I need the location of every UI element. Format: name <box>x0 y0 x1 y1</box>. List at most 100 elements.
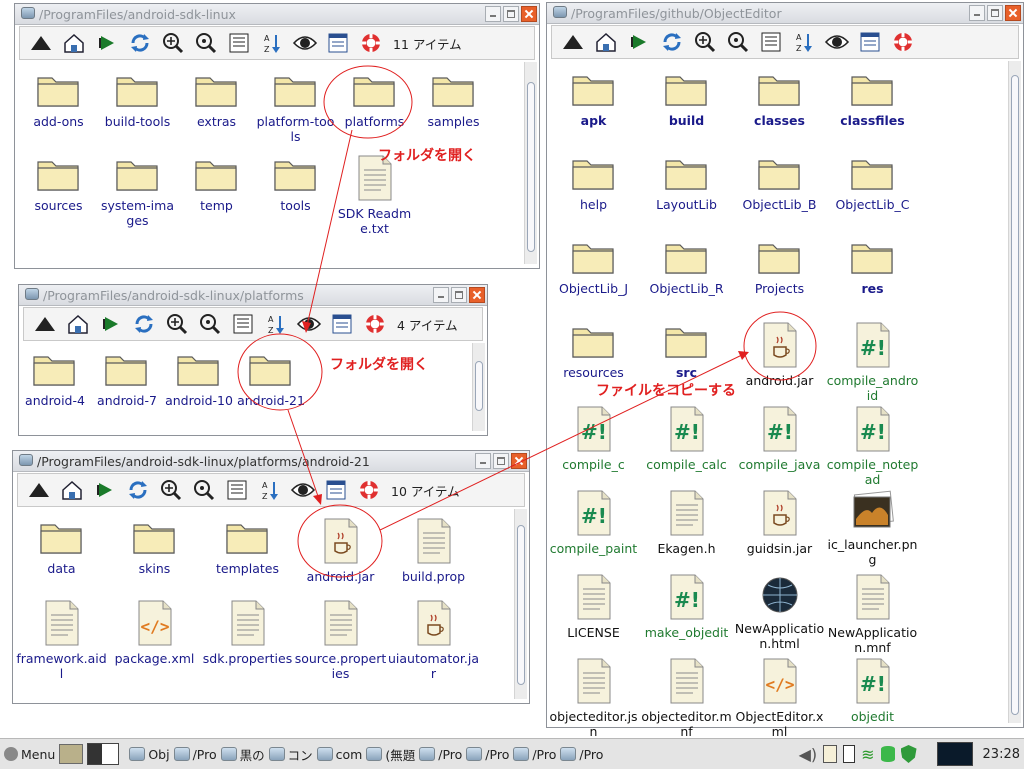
file-item[interactable]: objecteditor.jsn <box>547 657 640 739</box>
folder-item[interactable]: templates <box>201 517 294 576</box>
eye-icon[interactable] <box>294 310 324 338</box>
maximize-button[interactable] <box>493 453 509 469</box>
scrollbar-thumb[interactable] <box>475 361 483 411</box>
eye-icon[interactable] <box>290 29 320 57</box>
title-bar[interactable]: /ProgramFiles/android-sdk-linux/platform… <box>13 451 529 472</box>
minimize-button[interactable] <box>433 287 449 303</box>
file-item[interactable]: objecteditor.mnf <box>640 657 733 739</box>
maximize-button[interactable] <box>987 5 1003 21</box>
list-view-icon[interactable] <box>228 310 258 338</box>
folder-item[interactable]: sources <box>19 154 98 213</box>
folder-item[interactable]: data <box>15 517 108 576</box>
file-item[interactable]: LICENSE <box>547 573 640 640</box>
vertical-scrollbar[interactable] <box>514 509 527 699</box>
help-icon[interactable] <box>360 310 390 338</box>
database-icon[interactable] <box>880 746 895 762</box>
task-button[interactable]: com <box>316 747 362 762</box>
task-button[interactable]: /Pro <box>513 747 556 762</box>
file-item[interactable]: #! compile_paint <box>547 489 640 556</box>
folder-item[interactable]: android-21 <box>235 349 307 408</box>
title-bar[interactable]: /ProgramFiles/android-sdk-linux <box>15 4 539 25</box>
up-icon[interactable] <box>24 476 54 504</box>
folder-item[interactable]: platform-tools <box>256 70 335 144</box>
folder-item[interactable]: ObjectLib_J <box>547 237 640 296</box>
folder-item[interactable]: system-images <box>98 154 177 228</box>
zoom-fit-icon[interactable] <box>195 310 225 338</box>
scrollbar-thumb[interactable] <box>1011 75 1019 715</box>
folder-item[interactable]: build-tools <box>98 70 177 129</box>
sort-icon[interactable]: AZ <box>789 28 819 56</box>
file-manager-window-objecteditor[interactable]: /ProgramFiles/github/ObjectEditor AZ apk… <box>546 2 1024 739</box>
close-button[interactable] <box>469 287 485 303</box>
folder-item[interactable]: add-ons <box>19 70 98 129</box>
zoom-in-icon[interactable] <box>156 476 186 504</box>
home-icon[interactable] <box>59 29 89 57</box>
file-item[interactable]: #! compile_java <box>733 405 826 472</box>
run-icon[interactable] <box>624 28 654 56</box>
folder-item[interactable]: ObjectLib_B <box>733 153 826 212</box>
list-view-icon[interactable] <box>222 476 252 504</box>
title-bar[interactable]: /ProgramFiles/github/ObjectEditor <box>547 3 1023 24</box>
vertical-scrollbar[interactable] <box>1008 61 1021 723</box>
folder-item[interactable]: build <box>640 69 733 128</box>
run-icon[interactable] <box>92 29 122 57</box>
run-icon[interactable] <box>90 476 120 504</box>
help-icon[interactable] <box>888 28 918 56</box>
file-item[interactable]: SDK Readme.txt <box>335 154 414 236</box>
file-item[interactable]: guidsin.jar <box>733 489 826 556</box>
folder-item[interactable]: LayoutLib <box>640 153 733 212</box>
details-view-icon[interactable] <box>327 310 357 338</box>
file-item[interactable]: #! compile_calc <box>640 405 733 472</box>
details-view-icon[interactable] <box>321 476 351 504</box>
sort-icon[interactable]: AZ <box>257 29 287 57</box>
refresh-icon[interactable] <box>657 28 687 56</box>
file-item[interactable]: </> package.xml <box>108 599 201 666</box>
up-icon[interactable] <box>26 29 56 57</box>
folder-item[interactable]: extras <box>177 70 256 129</box>
file-item[interactable]: </> ObjectEditor.xml <box>733 657 826 739</box>
task-button[interactable]: /Pro <box>560 747 603 762</box>
task-button[interactable]: /Pro <box>419 747 462 762</box>
file-item[interactable]: source.properties <box>294 599 387 681</box>
file-item[interactable]: Ekagen.h <box>640 489 733 556</box>
zoom-fit-icon[interactable] <box>189 476 219 504</box>
eye-icon[interactable] <box>288 476 318 504</box>
menu-button[interactable]: Menu <box>4 747 55 762</box>
task-button[interactable]: 黒の <box>220 745 265 764</box>
maximize-button[interactable] <box>451 287 467 303</box>
refresh-icon[interactable] <box>129 310 159 338</box>
folder-item[interactable]: platforms <box>335 70 414 129</box>
help-icon[interactable] <box>356 29 386 57</box>
desktop-icon[interactable] <box>59 744 84 764</box>
task-button[interactable]: (無題 <box>366 745 415 764</box>
file-item[interactable]: build.prop <box>387 517 480 584</box>
file-item[interactable]: #! compile_notepad <box>826 405 919 487</box>
zoom-fit-icon[interactable] <box>723 28 753 56</box>
file-item[interactable]: #! objedit <box>826 657 919 724</box>
folder-item[interactable]: temp <box>177 154 256 213</box>
clipboard-icon[interactable] <box>823 745 838 763</box>
folder-item[interactable]: tools <box>256 154 335 213</box>
home-icon[interactable] <box>591 28 621 56</box>
title-bar[interactable]: /ProgramFiles/android-sdk-linux/platform… <box>19 285 487 306</box>
list-view-icon[interactable] <box>224 29 254 57</box>
file-item[interactable]: NewApplication.html <box>733 573 826 651</box>
file-item[interactable]: android.jar <box>733 321 826 388</box>
task-button[interactable]: /Pro <box>173 747 217 762</box>
vertical-scrollbar[interactable] <box>472 343 485 431</box>
task-button[interactable]: Obj <box>129 747 170 762</box>
folder-item[interactable]: ObjectLib_R <box>640 237 733 296</box>
task-button[interactable]: /Pro <box>466 747 509 762</box>
help-icon[interactable] <box>354 476 384 504</box>
file-item[interactable]: #! make_objedit <box>640 573 733 640</box>
folder-item[interactable]: android-7 <box>91 349 163 408</box>
eye-icon[interactable] <box>822 28 852 56</box>
folder-item[interactable]: skins <box>108 517 201 576</box>
file-item[interactable]: android.jar <box>294 517 387 584</box>
close-button[interactable] <box>511 453 527 469</box>
file-item[interactable]: NewApplication.mnf <box>826 573 919 655</box>
refresh-icon[interactable] <box>123 476 153 504</box>
close-button[interactable] <box>1005 5 1021 21</box>
folder-item[interactable]: classfiles <box>826 69 919 128</box>
file-item[interactable]: ic_launcher.png <box>826 489 919 567</box>
